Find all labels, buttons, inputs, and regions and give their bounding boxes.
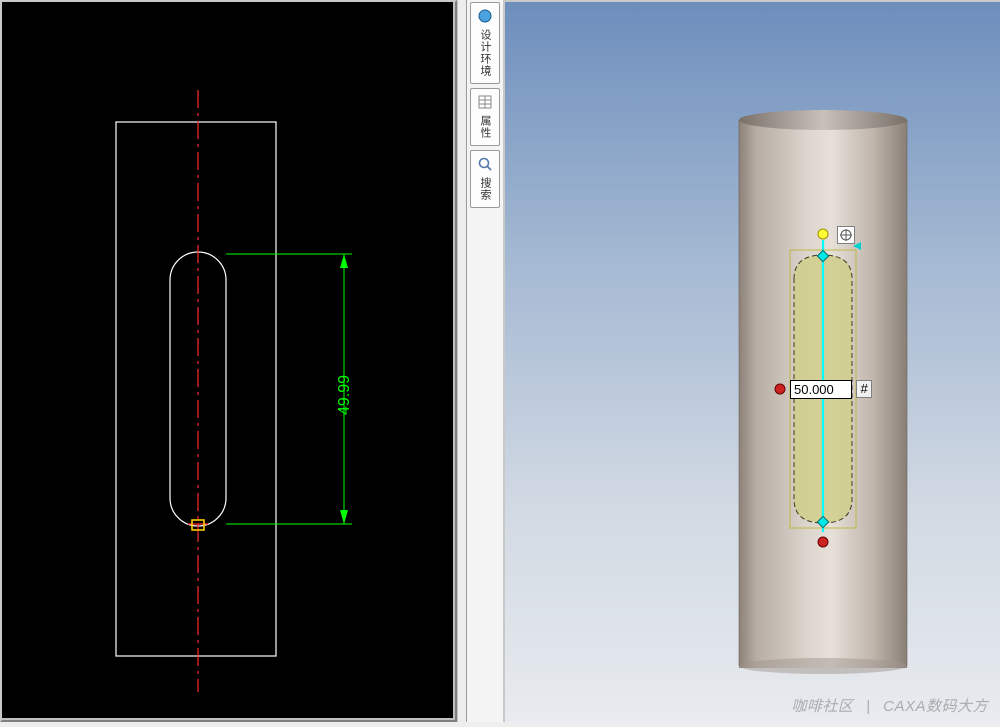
model-3d: [505, 2, 1000, 724]
left-2d-viewport[interactable]: 49.99: [0, 0, 457, 722]
drawing-2d: [0, 0, 457, 722]
dimension-lock-hash[interactable]: #: [856, 380, 872, 398]
dim-arrow-top: [340, 254, 348, 268]
dim-arrow-bottom: [340, 510, 348, 524]
dimension-value-2d[interactable]: 49.99: [336, 375, 354, 415]
tab-label: 属性: [477, 115, 493, 139]
sphere-icon: [476, 7, 494, 25]
tab-search[interactable]: 搜索: [470, 150, 500, 208]
watermark-text: 咖啡社区 | CAXA数码大方: [791, 695, 988, 716]
tab-label: 搜索: [477, 177, 493, 201]
vertical-tab-strip: 设计环境 属性 搜索: [467, 0, 503, 722]
handle-left-red[interactable]: [775, 384, 785, 394]
properties-icon: [476, 93, 494, 111]
tab-label: 设计环境: [477, 29, 493, 77]
watermark-left: 咖啡社区: [791, 698, 853, 715]
origin-icon: [839, 228, 853, 242]
v-scroll-edge: [453, 2, 455, 720]
search-icon: [476, 155, 494, 173]
h-scroll-edge: [2, 718, 455, 720]
splitter-bar[interactable]: [457, 0, 467, 722]
watermark-right: CAXA数码大方: [883, 698, 988, 715]
cylinder-bottom-cap: [739, 658, 907, 674]
cylinder-top-cap: [739, 110, 907, 130]
tab-design-environment[interactable]: 设计环境: [470, 2, 500, 84]
handle-bottom-red[interactable]: [818, 537, 828, 547]
dimension-input-3d[interactable]: [790, 380, 852, 399]
handle-top-yellow[interactable]: [818, 229, 828, 239]
tab-properties[interactable]: 属性: [470, 88, 500, 146]
origin-icon-box[interactable]: [837, 226, 855, 244]
right-3d-viewport[interactable]: # 咖啡社区 | CAXA数码大方: [503, 0, 1000, 722]
part-outline-rect: [116, 122, 276, 656]
watermark-sep: |: [866, 698, 870, 715]
